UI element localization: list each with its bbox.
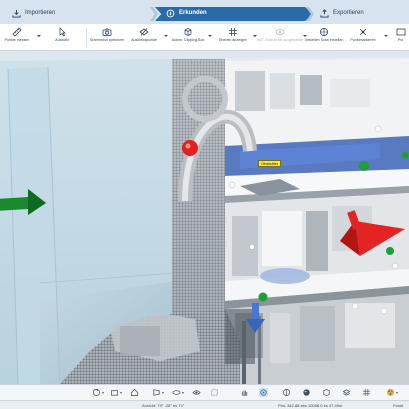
measure-points-button[interactable]: Punkte messen [0,26,34,49]
eye-icon[interactable] [192,388,201,397]
pick-mode-readout: Punkt [393,403,404,408]
focus-icon[interactable] [259,388,268,397]
toolbar-label: 360°-Ansicht für ausgewählte [256,38,304,42]
point-marker-dropdown[interactable] [384,35,388,37]
color-palette-icon[interactable] [386,388,395,397]
camera-view-icon[interactable] [110,388,119,397]
toolbar-separator [86,28,87,47]
tab-separator-chevron [150,7,158,21]
export-icon [320,8,329,18]
clipping-box-icon [184,28,192,36]
more-icon [396,28,405,36]
ruler-icon [12,27,22,37]
panorama-view-dropdown[interactable] [303,35,307,37]
scan-position-marker[interactable] [258,292,268,302]
camera-icon [102,28,112,36]
toolbar-label: Ebenen anzeigen [219,38,247,42]
auto-clipping-box-dropdown[interactable] [208,35,212,37]
sphere-icon[interactable] [302,388,311,397]
point-marker-button[interactable]: Punktmarkieren [343,26,383,49]
point-marker-icon [359,28,367,36]
scale-icon[interactable] [282,388,291,397]
scan-position-marker[interactable] [386,247,394,255]
tab-exportieren[interactable]: Exportieren [320,6,364,20]
toolbar-label: Punkte messen [4,38,30,42]
perspective-dropdown[interactable] [162,392,164,394]
selection-button[interactable]: Auswahl [50,26,74,49]
toolbar-label: Ausblendpunkte [131,38,157,42]
panorama-icon [275,29,285,35]
panorama-view-button[interactable]: 360°-Ansicht für ausgewählte [256,26,304,49]
show-layers-dropdown[interactable] [253,35,257,37]
explore-icon [166,9,175,18]
point-cloud-viewport[interactable]: Obstkäfer [0,51,409,384]
tab-erkunden[interactable]: Erkunden [166,6,207,20]
perspective-icon[interactable] [152,388,161,397]
scan-marker-red[interactable] [182,140,198,156]
walk-icon[interactable] [172,388,181,397]
auto-clipping-box-button[interactable]: Autom. Clipping-Box [170,26,206,49]
select-cursor-icon [59,27,66,37]
hide-points-dropdown[interactable] [164,35,168,37]
hide-points-button[interactable]: Ausblendpunkte [126,26,162,49]
point-cloud-scene[interactable] [0,51,409,384]
point-label-tag[interactable]: Obstkäfer [258,160,282,167]
toolbar-label: Screenshot speichern [89,38,125,42]
tab-label: Importieren [25,10,56,16]
clip-icon[interactable] [210,388,219,397]
scan-position-marker[interactable] [359,161,369,171]
orbit-dropdown[interactable] [102,392,104,394]
toolbar-label: Virtuellen Scan erstellen [304,38,344,42]
grid-icon[interactable] [362,388,371,397]
camera-view-dropdown[interactable] [120,392,122,394]
workflow-tab-bar: Importieren Erkunden Exportieren [0,0,409,24]
toolbar-label: Pro [397,38,404,42]
cube-icon[interactable] [322,388,331,397]
main-toolbar: Punkte messen Auswahl Screenshot speiche… [0,24,409,51]
view-angle-readout: Ansicht: 79° -28° bs 74° [142,403,185,408]
toolbar-label: Autom. Clipping-Box [171,38,205,42]
layers-icon[interactable] [342,388,351,397]
toolbar-label: Auswahl [55,38,69,42]
hide-points-icon [139,28,149,36]
grid-icon [229,28,237,36]
view-toolbar [0,384,409,400]
hand-icon[interactable] [240,388,249,397]
import-icon [12,9,21,18]
scan-position-marker[interactable] [401,151,409,159]
status-bar: Ansicht: 79° -28° bs 74° Pos: 342.88 ebs… [0,400,409,409]
color-palette-dropdown[interactable] [396,392,398,394]
tab-label: Exportieren [333,10,364,16]
position-readout: Pos: 342.88 ebs 10096.0 bs 47.49m [278,403,343,408]
show-layers-button[interactable]: Ebenen anzeigen [216,26,250,49]
virtual-scan-icon [320,28,328,36]
home-view-icon[interactable] [130,388,139,397]
orbit-icon[interactable] [92,388,101,397]
toolbar-label: Punktmarkieren [350,38,376,42]
tab-importieren[interactable]: Importieren [12,6,55,20]
virtual-scan-button[interactable]: Virtuellen Scan erstellen [305,26,343,49]
tab-label: Erkunden [179,10,207,16]
measure-points-dropdown[interactable] [37,35,41,37]
walk-dropdown[interactable] [182,392,184,394]
save-screenshot-button[interactable]: Screenshot speichern [89,26,125,49]
pro-tools-button[interactable]: Pro [392,26,409,49]
